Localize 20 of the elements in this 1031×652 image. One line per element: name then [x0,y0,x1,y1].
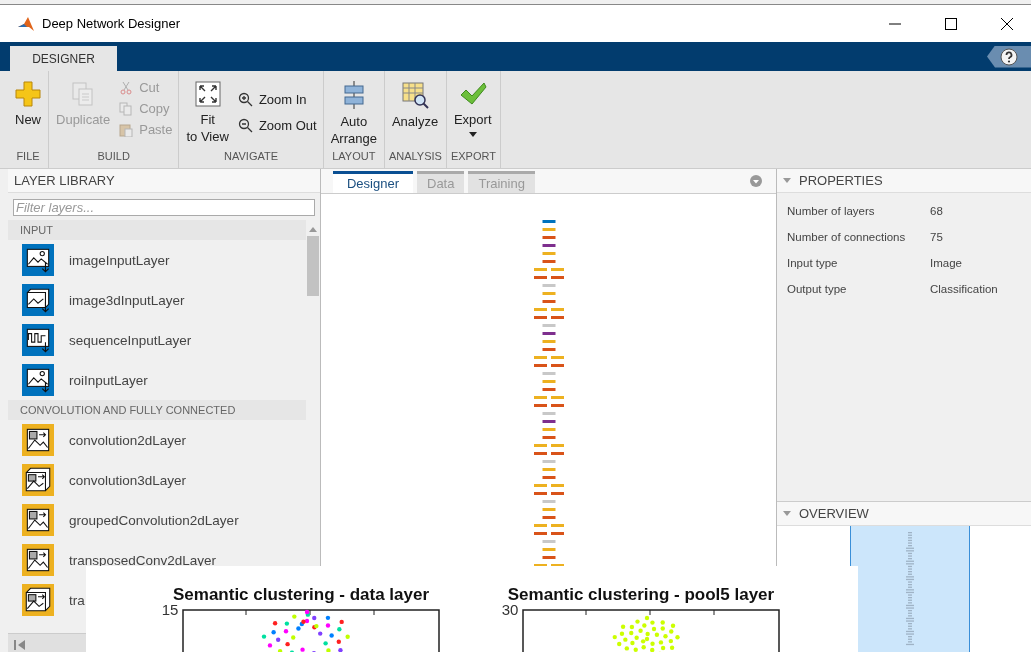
property-value: Image [930,257,962,269]
group-label: EXPORT [450,150,496,164]
property-value: Classification [930,283,998,295]
property-name: Number of connections [787,231,907,243]
group-label: ANALYSIS [388,150,442,164]
property-value: 75 [930,231,943,243]
property-name: Input type [787,257,839,269]
panel-title: PROPERTIES [799,173,883,188]
panel-title: LAYER LIBRARY [8,169,320,193]
property-name: Number of layers [787,205,876,217]
section-header: INPUT [8,220,306,240]
group-label: NAVIGATE [223,150,280,164]
property-name: Output type [787,283,848,295]
group-label: FILE [15,150,41,164]
section-header: CONVOLUTION AND FULLY CONNECTED [8,400,306,420]
property-value: 68 [930,205,943,217]
panel-title: OVERVIEW [799,506,869,521]
group-label: LAYOUT [331,150,377,164]
group-label: BUILD [96,150,131,164]
window-title: Deep Network Designer [42,16,181,31]
